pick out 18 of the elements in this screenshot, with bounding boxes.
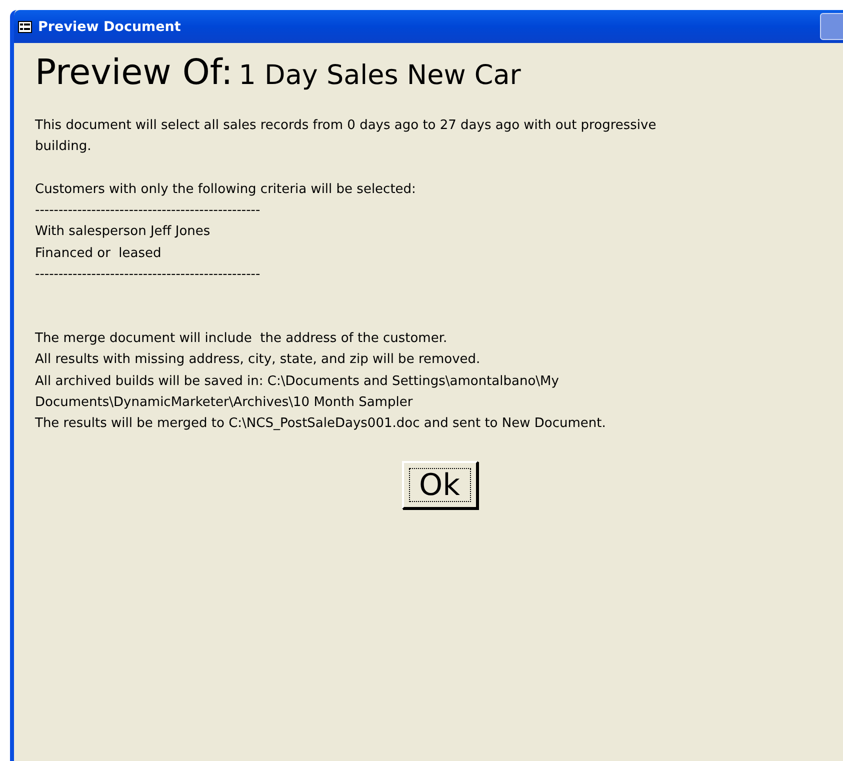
text-line: The merge document will include the address of the customer. (35, 330, 448, 348)
window-title: Preview Document (38, 18, 181, 34)
text-line: Documents\DynamicMarketer\Archives\10 Month Sampler (35, 394, 413, 412)
ok-button[interactable]: Ok (402, 461, 478, 509)
text-line: ------------------------------------------------ (35, 202, 260, 220)
document-name: 1 Day Sales New Car (238, 60, 521, 91)
text-line: Financed or leased (35, 244, 162, 263)
text-line: building. (35, 138, 92, 156)
text-line: With salesperson Jeff Jones (35, 223, 210, 242)
heading-label: Preview Of: (35, 53, 233, 93)
text-line: This document will select all sales records from 0 days ago to 27 days ago with out progressive (35, 117, 656, 135)
text-line: All results with missing address, city, state, and zip will be removed. (35, 351, 480, 370)
text-line: ------------------------------------------------ (35, 266, 260, 284)
text-line: All archived builds will be saved in: C:\Documents and Settings\amontalbano\My (35, 372, 559, 391)
text-line: The results will be merged to C:\NCS_PostSaleDays001.doc and sent to New Document. (35, 415, 606, 434)
text-line: Customers with only the following criteria will be selected: (35, 180, 416, 199)
close-button[interactable] (820, 13, 843, 40)
window-icon (18, 20, 32, 32)
